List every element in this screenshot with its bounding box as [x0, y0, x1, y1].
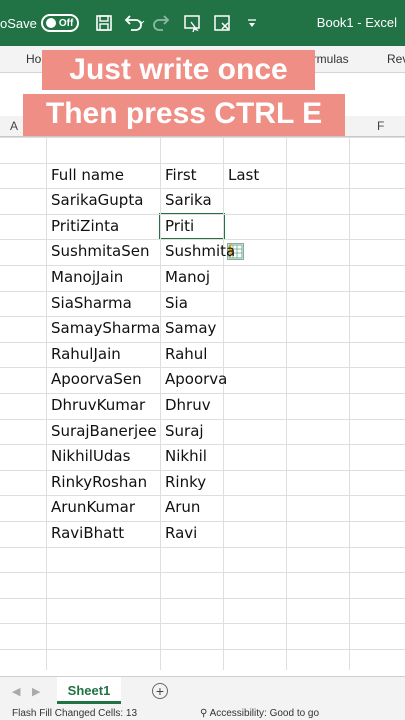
scroll-right-icon[interactable]: ▶	[32, 685, 40, 698]
add-sheet-icon[interactable]: +	[152, 683, 168, 699]
first-name-cell[interactable]: Sia	[165, 291, 188, 316]
full-name-cell[interactable]: RahulJain	[51, 342, 121, 367]
column-header-a[interactable]: A	[10, 119, 18, 133]
toggle-knob	[45, 18, 56, 28]
full-name-cell[interactable]: DhruvKumar	[51, 393, 145, 418]
grid-column-line	[349, 137, 350, 670]
first-name-cell[interactable]: Apoorva	[165, 367, 227, 392]
autosave-label: oSave	[0, 15, 37, 31]
first-name-cell[interactable]: Nikhil	[165, 444, 207, 469]
header-cell-first[interactable]: First	[165, 163, 197, 188]
undo-icon[interactable]	[123, 12, 145, 34]
clear-format-icon[interactable]	[211, 12, 233, 34]
first-name-cell[interactable]: Manoj	[165, 265, 210, 290]
full-name-cell[interactable]: ArunKumar	[51, 495, 135, 520]
grid-column-line	[286, 137, 287, 670]
caption-line-2: Then press CTRL E	[23, 94, 345, 136]
grid-row-line	[0, 649, 405, 650]
accessibility-status[interactable]: ⚲ Accessibility: Good to go	[200, 708, 319, 719]
full-name-cell[interactable]: NikhilUdas	[51, 444, 130, 469]
full-name-cell[interactable]: SushmitaSen	[51, 239, 149, 264]
sheet-tab-sheet1[interactable]: Sheet1	[57, 677, 121, 704]
grid-row-line	[0, 623, 405, 624]
header-cell-last[interactable]: Last	[228, 163, 259, 188]
first-name-cell[interactable]: Suraj	[165, 419, 204, 444]
grid-row-line	[0, 572, 405, 573]
form-icon[interactable]	[181, 12, 203, 34]
accessibility-text: Accessibility: Good to go	[209, 708, 320, 719]
grid-row-line	[0, 137, 405, 138]
tab-review[interactable]: Rev	[387, 52, 405, 66]
customize-toolbar-icon[interactable]	[241, 12, 263, 34]
flash-fill-status: Flash Fill Changed Cells: 13	[12, 708, 138, 719]
toggle-label: Off	[58, 17, 74, 29]
accessibility-icon: ⚲	[200, 708, 210, 719]
first-name-cell[interactable]: Sushmita	[165, 239, 235, 264]
column-header-f[interactable]: F	[377, 119, 384, 133]
full-name-cell[interactable]: SiaSharma	[51, 291, 132, 316]
grid-row-line	[0, 598, 405, 599]
grid-column-line	[46, 137, 47, 670]
full-name-cell[interactable]: RinkyRoshan	[51, 470, 147, 495]
full-name-cell[interactable]: SurajBanerjee	[51, 419, 157, 444]
grid-row-line	[0, 547, 405, 548]
sheet-tab-bar: ◀ ▶ Sheet1 +	[0, 676, 405, 707]
full-name-cell[interactable]: ApoorvaSen	[51, 367, 142, 392]
full-name-cell[interactable]: SamaySharma	[51, 316, 160, 341]
first-name-cell[interactable]: Arun	[165, 495, 200, 520]
full-name-cell[interactable]: ManojJain	[51, 265, 123, 290]
first-name-cell[interactable]: Rinky	[165, 470, 206, 495]
status-bar: Flash Fill Changed Cells: 13 ⚲ Accessibi…	[0, 706, 405, 720]
tab-home[interactable]: Ho	[26, 52, 41, 66]
header-cell-full-name[interactable]: Full name	[51, 163, 124, 188]
redo-icon[interactable]	[151, 12, 173, 34]
full-name-cell[interactable]: RaviBhatt	[51, 521, 124, 546]
first-name-cell[interactable]: Rahul	[165, 342, 207, 367]
scroll-left-icon[interactable]: ◀	[12, 685, 20, 698]
full-name-cell[interactable]: PritiZinta	[51, 214, 119, 239]
first-name-cell[interactable]: Dhruv	[165, 393, 211, 418]
first-name-cell[interactable]: Ravi	[165, 521, 197, 546]
save-icon[interactable]	[93, 12, 115, 34]
grid-column-line	[160, 137, 161, 670]
first-name-cell[interactable]: Samay	[165, 316, 216, 341]
full-name-cell[interactable]: SarikaGupta	[51, 188, 143, 213]
first-name-cell[interactable]: Priti	[165, 214, 194, 239]
workbook-title: Book1 - Excel	[316, 15, 397, 30]
title-bar: oSave Off Book1 - Excel	[0, 0, 405, 46]
grid-column-line	[223, 137, 224, 670]
spreadsheet-grid[interactable]: Full name First Last SarikaGupta Sarika Priti…	[0, 137, 405, 670]
first-name-cell[interactable]: Sarika	[165, 188, 212, 213]
autosave-toggle[interactable]: Off	[40, 14, 79, 32]
caption-line-1: Just write once	[42, 50, 315, 90]
